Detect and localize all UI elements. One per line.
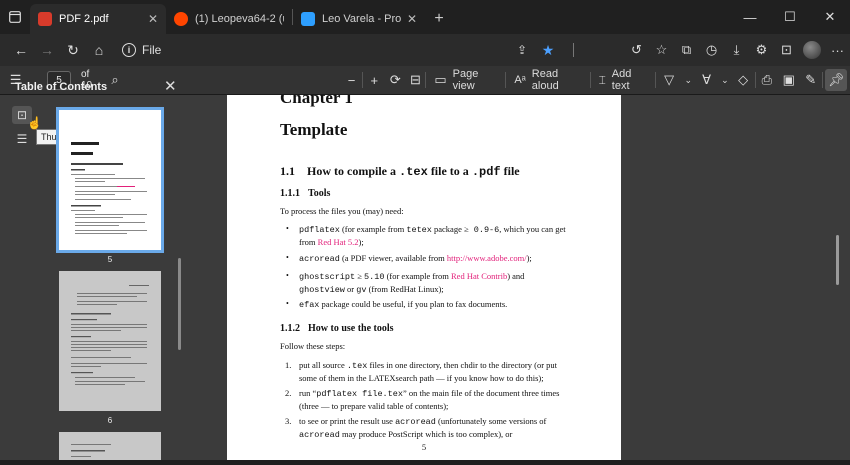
draw-options-chevron-icon[interactable]: ⌄ <box>682 66 695 95</box>
back-button[interactable]: ← <box>8 37 34 63</box>
highlight-icon[interactable]: ∀ <box>695 66 719 95</box>
thumbnail-page-5[interactable] <box>56 107 164 253</box>
extensions-icon[interactable]: ⚙ <box>749 37 774 63</box>
navigation-bar: ← → ↻ ⌂ i File ⇪ ★ ↺ ☆ ⧉ ◷ ⤓ ⚙ ⊡ ··· <box>0 34 850 66</box>
thumbnail-page-7[interactable] <box>59 432 161 460</box>
pdf-toolbar: ☰ 5 of 10 ⌕ − + ⟳ ⊟ ▭ Page view A͏ᵃ Read… <box>0 66 850 95</box>
address-text: File <box>142 43 162 57</box>
pin-toolbar-button[interactable]: 📌︎ <box>823 66 850 95</box>
history-icon[interactable]: ◷ <box>699 37 724 63</box>
thumbnail-page-number: 5 <box>107 255 113 264</box>
close-window-icon[interactable]: ✕ <box>810 0 850 34</box>
home-button[interactable]: ⌂ <box>86 37 112 63</box>
red-hat-link[interactable]: Red Hat 5.2 <box>318 237 359 247</box>
list-item: • acroread (a PDF viewer, available from … <box>286 253 532 264</box>
draw-icon[interactable]: ▽ <box>656 66 682 95</box>
list-item: • efax package could be useful, if you pl… <box>286 299 508 310</box>
new-tab-button[interactable]: + <box>425 4 453 34</box>
thumbnail-preview <box>71 444 111 457</box>
collections-icon[interactable]: ⧉ <box>674 37 699 63</box>
thumbnail-preview <box>71 285 149 385</box>
disqus-icon <box>301 12 315 26</box>
sidebar-scrollbar[interactable] <box>178 258 181 350</box>
document-viewer: Chapter 1 Template 1.1 How to compile a .… <box>186 95 850 460</box>
list-item: • ghostscript ≥ 5.10 (for example from Re… <box>286 271 525 295</box>
pin-icon: 📌︎ <box>825 69 848 91</box>
info-icon[interactable]: i <box>122 43 136 57</box>
divider <box>573 43 574 57</box>
pdf-file-icon <box>38 12 52 26</box>
save-as-icon[interactable]: ✎ <box>800 66 822 95</box>
chapter-title: Template <box>280 120 348 139</box>
profile-avatar[interactable] <box>803 41 821 59</box>
more-menu-icon[interactable]: ··· <box>825 37 850 63</box>
add-text-icon: ⌶ <box>598 72 606 87</box>
list-item: 1. put all source .tex files in one direc… <box>285 360 558 383</box>
window-menu-icon[interactable] <box>0 0 30 34</box>
sidebar-title: Table of Contents <box>15 81 108 93</box>
close-tab-icon[interactable]: ✕ <box>148 12 158 26</box>
list-item: 2. run “pdflatex file.tex” on the main fi… <box>285 388 560 411</box>
refresh-extension-icon[interactable]: ↺ <box>624 37 649 63</box>
address-bar[interactable]: i File ⇪ ★ <box>118 38 574 62</box>
adobe-link[interactable]: http://www.adobe.com/ <box>447 253 527 263</box>
tab-title: (1) Leopeva64-2 (u/Leopeva64-2 <box>195 13 284 25</box>
refresh-button[interactable]: ↻ <box>60 37 86 63</box>
minimize-icon[interactable]: — <box>730 0 770 34</box>
pdf-page: Chapter 1 Template 1.1 How to compile a .… <box>227 95 621 460</box>
tab-title: PDF 2.pdf <box>59 13 109 25</box>
cursor-icon: ☝ <box>27 116 42 130</box>
tab-disqus[interactable]: Leo Varela - Profile - Disqus ✕ <box>293 4 425 34</box>
subsection-heading: 1.1.2 How to use the tools <box>280 323 394 334</box>
subsection-heading: 1.1.1 Tools <box>280 188 331 199</box>
page-view-button[interactable]: ▭ Page view <box>426 66 505 95</box>
list-item: • pdflatex (for example from tetex packag… <box>286 224 566 247</box>
fit-page-icon[interactable]: ⊟ <box>405 66 425 95</box>
read-aloud-button[interactable]: A͏ᵃ Read aloud <box>506 66 589 95</box>
favorites-icon[interactable]: ☆ <box>649 37 674 63</box>
maximize-icon[interactable]: ☐ <box>770 0 810 34</box>
tab-pdf[interactable]: PDF 2.pdf ✕ <box>30 4 166 34</box>
page-view-icon: ▭ <box>434 72 447 87</box>
highlight-options-chevron-icon[interactable]: ⌄ <box>718 66 731 95</box>
zoom-in-icon[interactable]: + <box>363 66 385 95</box>
viewer-scrollbar[interactable] <box>836 235 839 285</box>
paragraph: Follow these steps: <box>280 341 346 351</box>
downloads-icon[interactable]: ⤓ <box>724 37 749 63</box>
tab-reddit[interactable]: (1) Leopeva64-2 (u/Leopeva64-2 <box>166 4 292 34</box>
chapter-label: Chapter 1 <box>280 95 353 107</box>
screenshot-icon[interactable]: ⊡ <box>774 37 799 63</box>
tab-title: Leo Varela - Profile - Disqus <box>322 13 401 25</box>
reddit-icon <box>174 12 188 26</box>
zoom-out-icon[interactable]: − <box>341 66 363 95</box>
tab-strip: PDF 2.pdf ✕ (1) Leopeva64-2 (u/Leopeva64… <box>0 0 850 34</box>
rotate-icon[interactable]: ⟳ <box>385 66 405 95</box>
forward-button[interactable]: → <box>34 37 60 63</box>
section-heading: 1.1 How to compile a .tex file to a .pdf … <box>280 164 520 179</box>
outline-view-icon[interactable]: ☰ <box>12 130 32 148</box>
close-tab-icon[interactable]: ✕ <box>407 12 417 26</box>
share-icon[interactable]: ⇪ <box>509 37 535 63</box>
thumbnail-preview <box>71 142 147 234</box>
read-aloud-icon: A͏ᵃ <box>514 74 526 86</box>
close-sidebar-icon[interactable]: ✕ <box>164 77 177 95</box>
list-item: 3. to see or print the result use acrorea… <box>285 416 547 440</box>
save-icon[interactable]: ▣ <box>778 66 800 95</box>
thumbnail-page-number: 6 <box>107 416 113 425</box>
favorite-star-icon[interactable]: ★ <box>535 37 561 63</box>
page-number: 5 <box>421 442 427 452</box>
erase-icon[interactable]: ◇ <box>731 66 755 95</box>
paragraph: To process the files you (may) need: <box>280 206 404 216</box>
thumbnail-page-6[interactable] <box>59 271 161 411</box>
print-icon[interactable]: ⎙ <box>756 66 778 95</box>
add-text-button[interactable]: ⌶ Add text <box>591 66 656 95</box>
red-hat-contrib-link[interactable]: Red Hat Contrib <box>451 271 507 281</box>
